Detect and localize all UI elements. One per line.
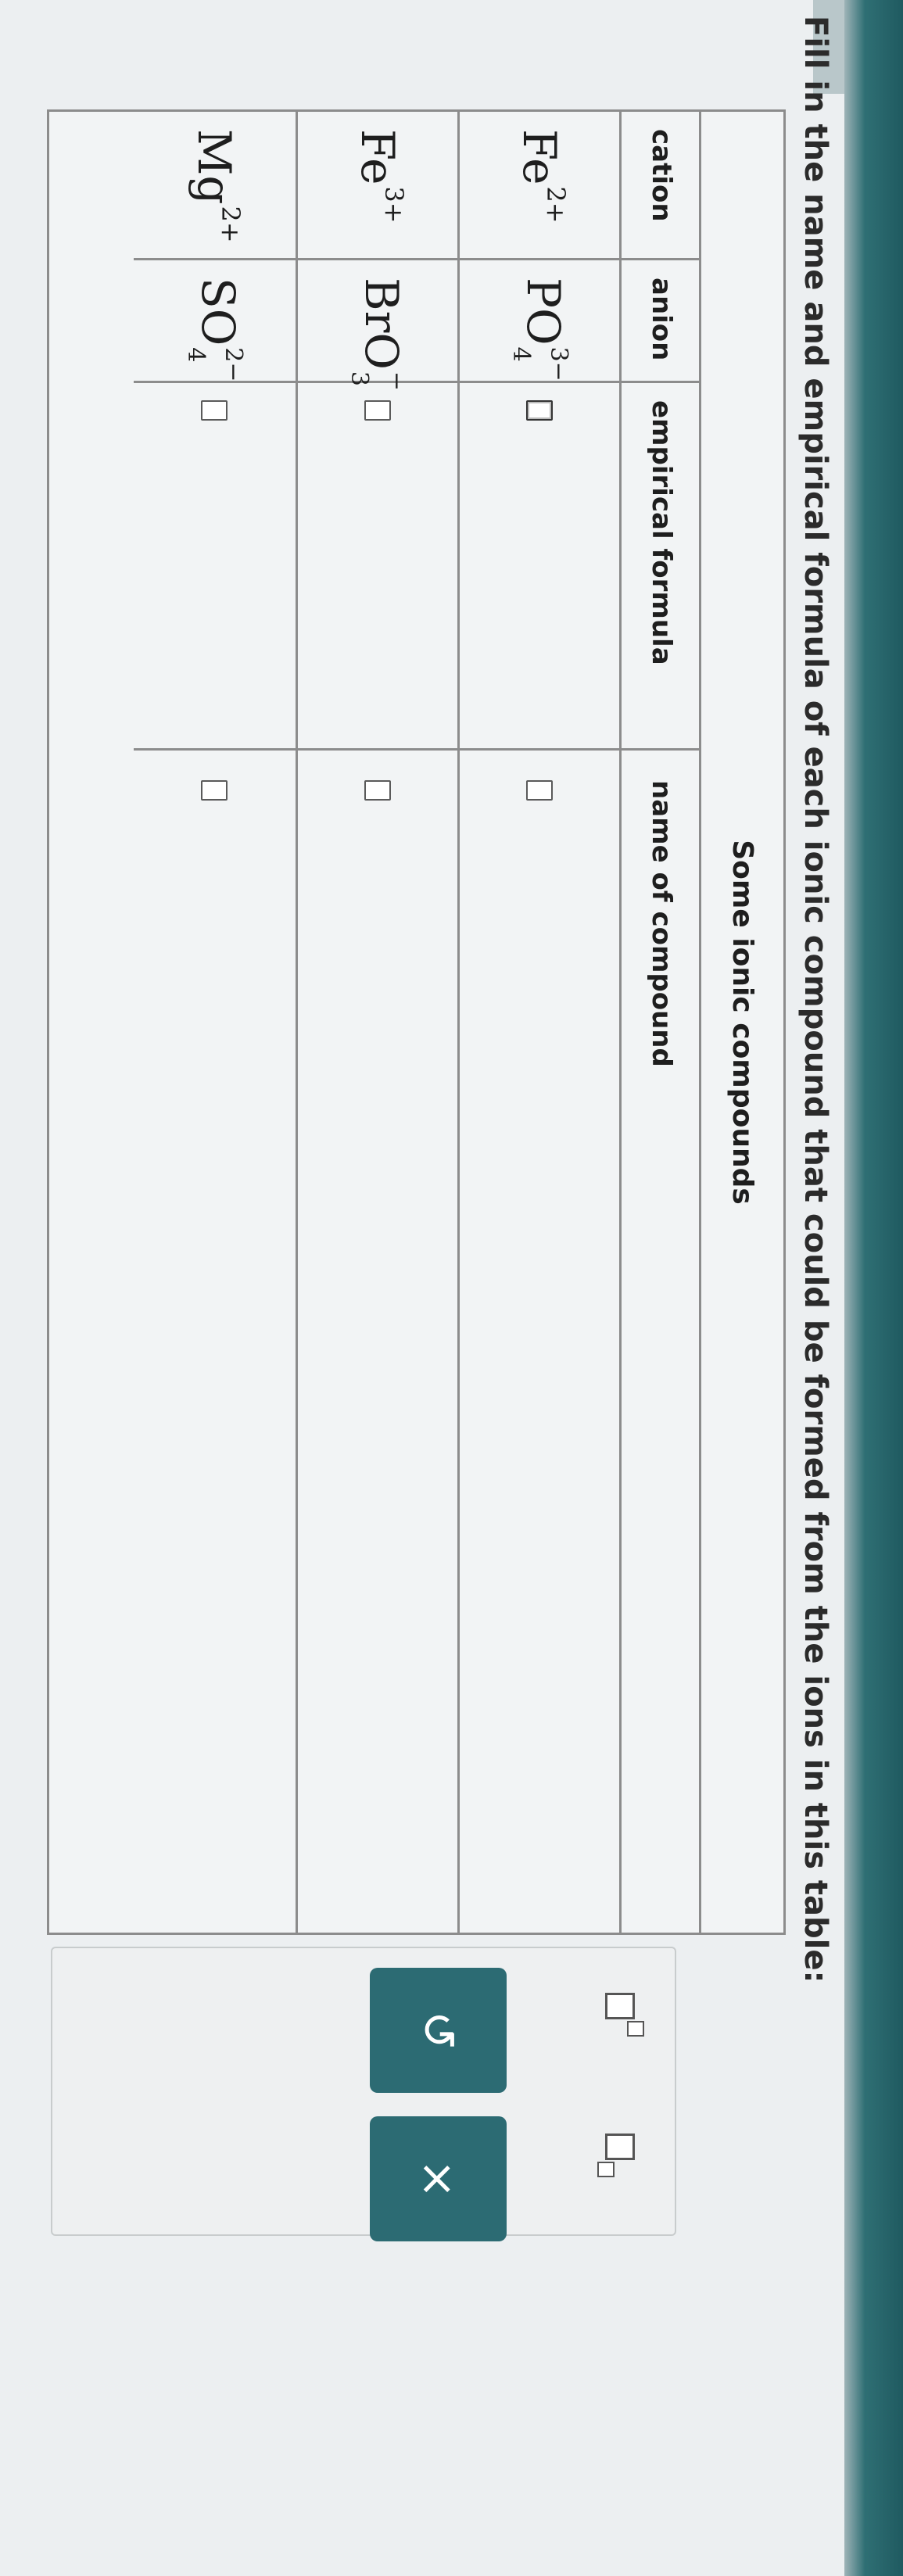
anion-ion: BrO −3 [346, 278, 410, 392]
empirical-formula-input[interactable] [526, 400, 553, 421]
header-anion: anion [622, 260, 701, 383]
anion-ion: PO 3− 4 [507, 278, 572, 382]
anion-subscript: 4 [507, 346, 535, 362]
anion-subscript: 3 [346, 371, 373, 386]
cation-ion: Fe3+ [351, 129, 409, 224]
answer-toolbar: ↺ × [51, 1947, 676, 2241]
table-row: Fe2+ PO 3− 4 [457, 112, 619, 1933]
anion-symbol: SO [192, 278, 245, 346]
empirical-formula-input[interactable] [364, 400, 391, 421]
undo-icon: ↺ [410, 2010, 466, 2051]
header-empirical-formula: empirical formula [622, 383, 701, 751]
superscript-box [627, 2021, 644, 2037]
subscript-box-icon[interactable] [597, 2128, 643, 2183]
empirical-formula-cell [298, 383, 457, 751]
table-row: Fe3+ BrO −3 [296, 112, 457, 1933]
cation-ion: Fe2+ [513, 129, 571, 224]
table-title: Some ionic compounds [699, 112, 783, 1933]
compound-name-cell [298, 751, 457, 1933]
compound-name-cell [134, 751, 296, 1933]
anion-symbol: PO [516, 278, 570, 346]
instruction-text: Fill in the name and empirical formula o… [797, 16, 833, 1983]
clear-button[interactable]: × [370, 2116, 507, 2241]
compound-name-input[interactable] [201, 780, 228, 801]
base-box [605, 2134, 635, 2160]
table-header-row: cation anion empirical formula name of c… [619, 112, 701, 1933]
compound-name-input[interactable] [526, 780, 553, 801]
base-box [605, 1993, 635, 2019]
rotated-content: Fill in the name and empirical formula o… [0, 0, 844, 2576]
header-cation: cation [622, 112, 701, 260]
empirical-formula-cell [460, 383, 619, 751]
cation-charge: 2+ [216, 206, 246, 243]
anion-symbol: BrO [354, 278, 408, 370]
empirical-formula-cell [134, 383, 296, 751]
header-name-of-compound: name of compound [646, 780, 677, 1067]
cation-ion: Mg2+ [188, 129, 246, 243]
cation-cell: Fe2+ [460, 112, 619, 260]
table-row: Mg2+ SO 2− 4 [134, 112, 296, 1933]
cation-cell: Fe3+ [298, 112, 457, 260]
cation-symbol: Mg [188, 129, 242, 205]
cation-symbol: Fe [351, 129, 404, 185]
anion-charge: 3− [545, 346, 572, 382]
compound-name-cell [460, 751, 619, 1933]
cation-cell: Mg2+ [134, 112, 296, 260]
cation-charge: 3+ [379, 186, 409, 224]
subscript-box [597, 2162, 615, 2177]
anion-cell: SO 2− 4 [134, 260, 296, 383]
compound-name-input[interactable] [364, 780, 391, 801]
anion-subscript: 4 [182, 347, 210, 363]
anion-charge: − [383, 371, 410, 392]
anion-cell: BrO −3 [298, 260, 457, 391]
anion-cell: PO 3− 4 [460, 260, 619, 383]
cation-symbol: Fe [513, 129, 566, 185]
anion-ion: SO 2− 4 [182, 278, 248, 382]
screen-edge [844, 0, 903, 2576]
empirical-formula-input[interactable] [201, 400, 228, 421]
cation-charge: 2+ [541, 186, 571, 224]
undo-button[interactable]: ↺ [370, 1968, 507, 2093]
superscript-box-icon[interactable] [597, 1987, 644, 2042]
anion-charge: 2− [220, 347, 248, 382]
ionic-compounds-table: Some ionic compounds cation anion empiri… [47, 109, 786, 1935]
close-icon: × [410, 2159, 466, 2199]
